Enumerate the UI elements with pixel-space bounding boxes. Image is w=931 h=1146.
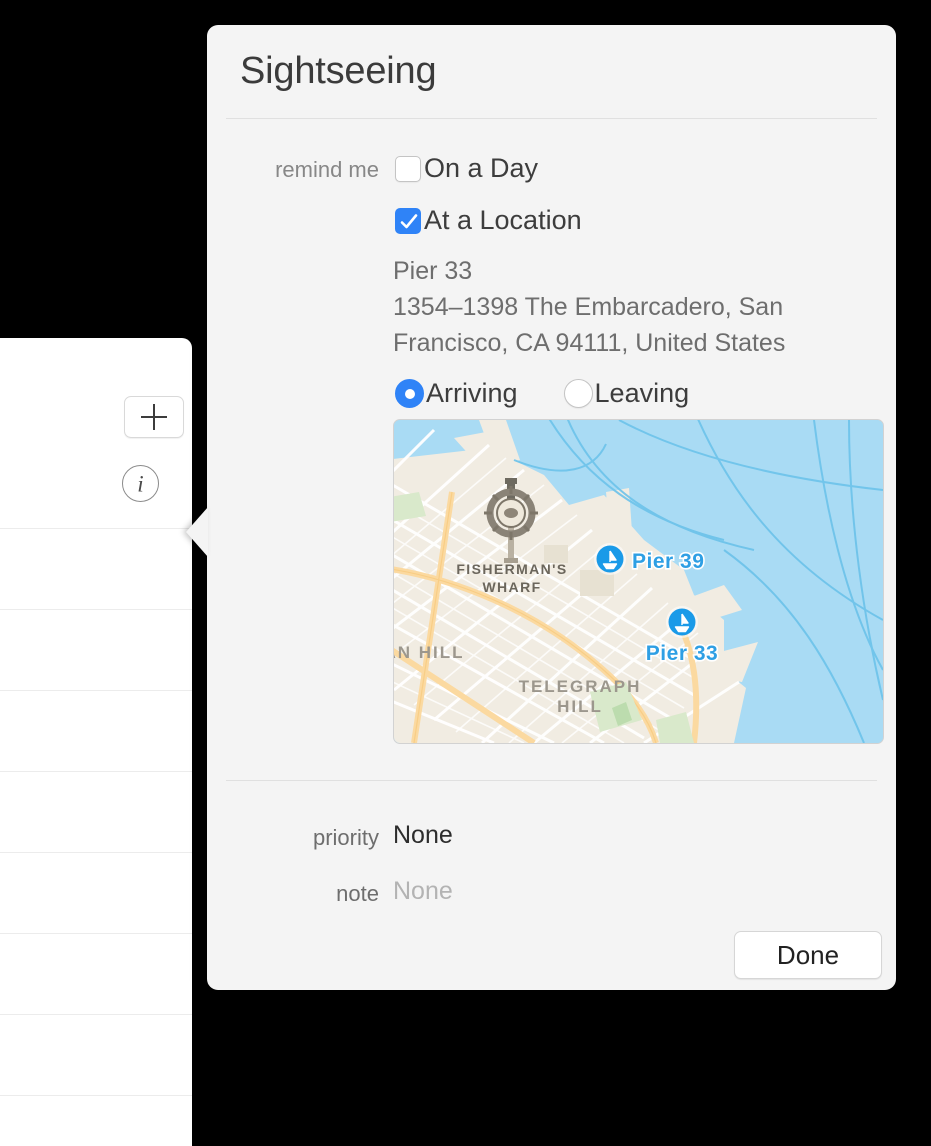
list-toolbar bbox=[0, 338, 192, 448]
map-canvas: FISHERMAN'S WHARF AN HILL TELEGRAPH HILL… bbox=[394, 420, 883, 743]
address-line-3: Francisco, CA 94111, United States bbox=[393, 325, 863, 361]
on-a-day-label: On a Day bbox=[424, 153, 538, 184]
checkmark-icon bbox=[399, 212, 419, 232]
divider-bottom bbox=[226, 780, 877, 781]
note-label: note bbox=[239, 881, 379, 907]
list-item[interactable] bbox=[0, 1015, 192, 1096]
svg-text:FISHERMAN'S: FISHERMAN'S bbox=[456, 561, 567, 577]
location-address[interactable]: Pier 33 1354–1398 The Embarcadero, San F… bbox=[393, 253, 863, 361]
svg-text:AN HILL: AN HILL bbox=[394, 643, 465, 662]
leaving-radio[interactable] bbox=[564, 379, 593, 408]
address-line-2: 1354–1398 The Embarcadero, San bbox=[393, 289, 863, 325]
at-a-location-row[interactable]: At a Location bbox=[395, 205, 582, 236]
svg-text:Pier 33: Pier 33 bbox=[646, 642, 718, 665]
popover-pointer-arrow bbox=[186, 507, 208, 557]
list-item[interactable] bbox=[0, 610, 192, 691]
leaving-label: Leaving bbox=[595, 378, 690, 409]
at-a-location-label: At a Location bbox=[424, 205, 582, 236]
on-a-day-checkbox[interactable] bbox=[395, 156, 421, 182]
note-field[interactable]: None bbox=[393, 877, 453, 906]
info-glyph: i bbox=[123, 472, 158, 495]
svg-text:TELEGRAPH: TELEGRAPH bbox=[519, 677, 642, 696]
reminder-detail-popover: Sightseeing remind me On a Day At a Loca… bbox=[207, 25, 896, 990]
plus-icon bbox=[141, 404, 167, 430]
svg-text:WHARF: WHARF bbox=[482, 579, 541, 595]
divider-top bbox=[226, 118, 877, 119]
add-reminder-button[interactable] bbox=[124, 396, 184, 438]
svg-text:Pier 39: Pier 39 bbox=[632, 550, 704, 573]
info-circle-icon[interactable]: i bbox=[122, 465, 159, 502]
priority-value[interactable]: None bbox=[393, 821, 453, 850]
priority-label: priority bbox=[239, 825, 379, 851]
reminders-list-panel: i bbox=[0, 338, 192, 1146]
remind-me-label: remind me bbox=[239, 157, 379, 183]
list-item[interactable] bbox=[0, 529, 192, 610]
svg-text:HILL: HILL bbox=[557, 697, 603, 716]
address-line-1: Pier 33 bbox=[393, 253, 863, 289]
page-title: Sightseeing bbox=[240, 50, 436, 93]
arriving-label: Arriving bbox=[426, 378, 518, 409]
location-map-preview[interactable]: FISHERMAN'S WHARF AN HILL TELEGRAPH HILL… bbox=[393, 419, 884, 744]
list-item[interactable] bbox=[0, 772, 192, 853]
trigger-radio-group[interactable]: Arriving Leaving bbox=[395, 378, 689, 409]
at-a-location-checkbox[interactable] bbox=[395, 208, 421, 234]
done-button[interactable]: Done bbox=[734, 931, 882, 979]
arriving-radio[interactable] bbox=[395, 379, 424, 408]
list-item[interactable]: i bbox=[0, 448, 192, 529]
on-a-day-row[interactable]: On a Day bbox=[395, 153, 538, 184]
list-item[interactable] bbox=[0, 934, 192, 1015]
list-item[interactable] bbox=[0, 853, 192, 934]
list-item[interactable] bbox=[0, 691, 192, 772]
